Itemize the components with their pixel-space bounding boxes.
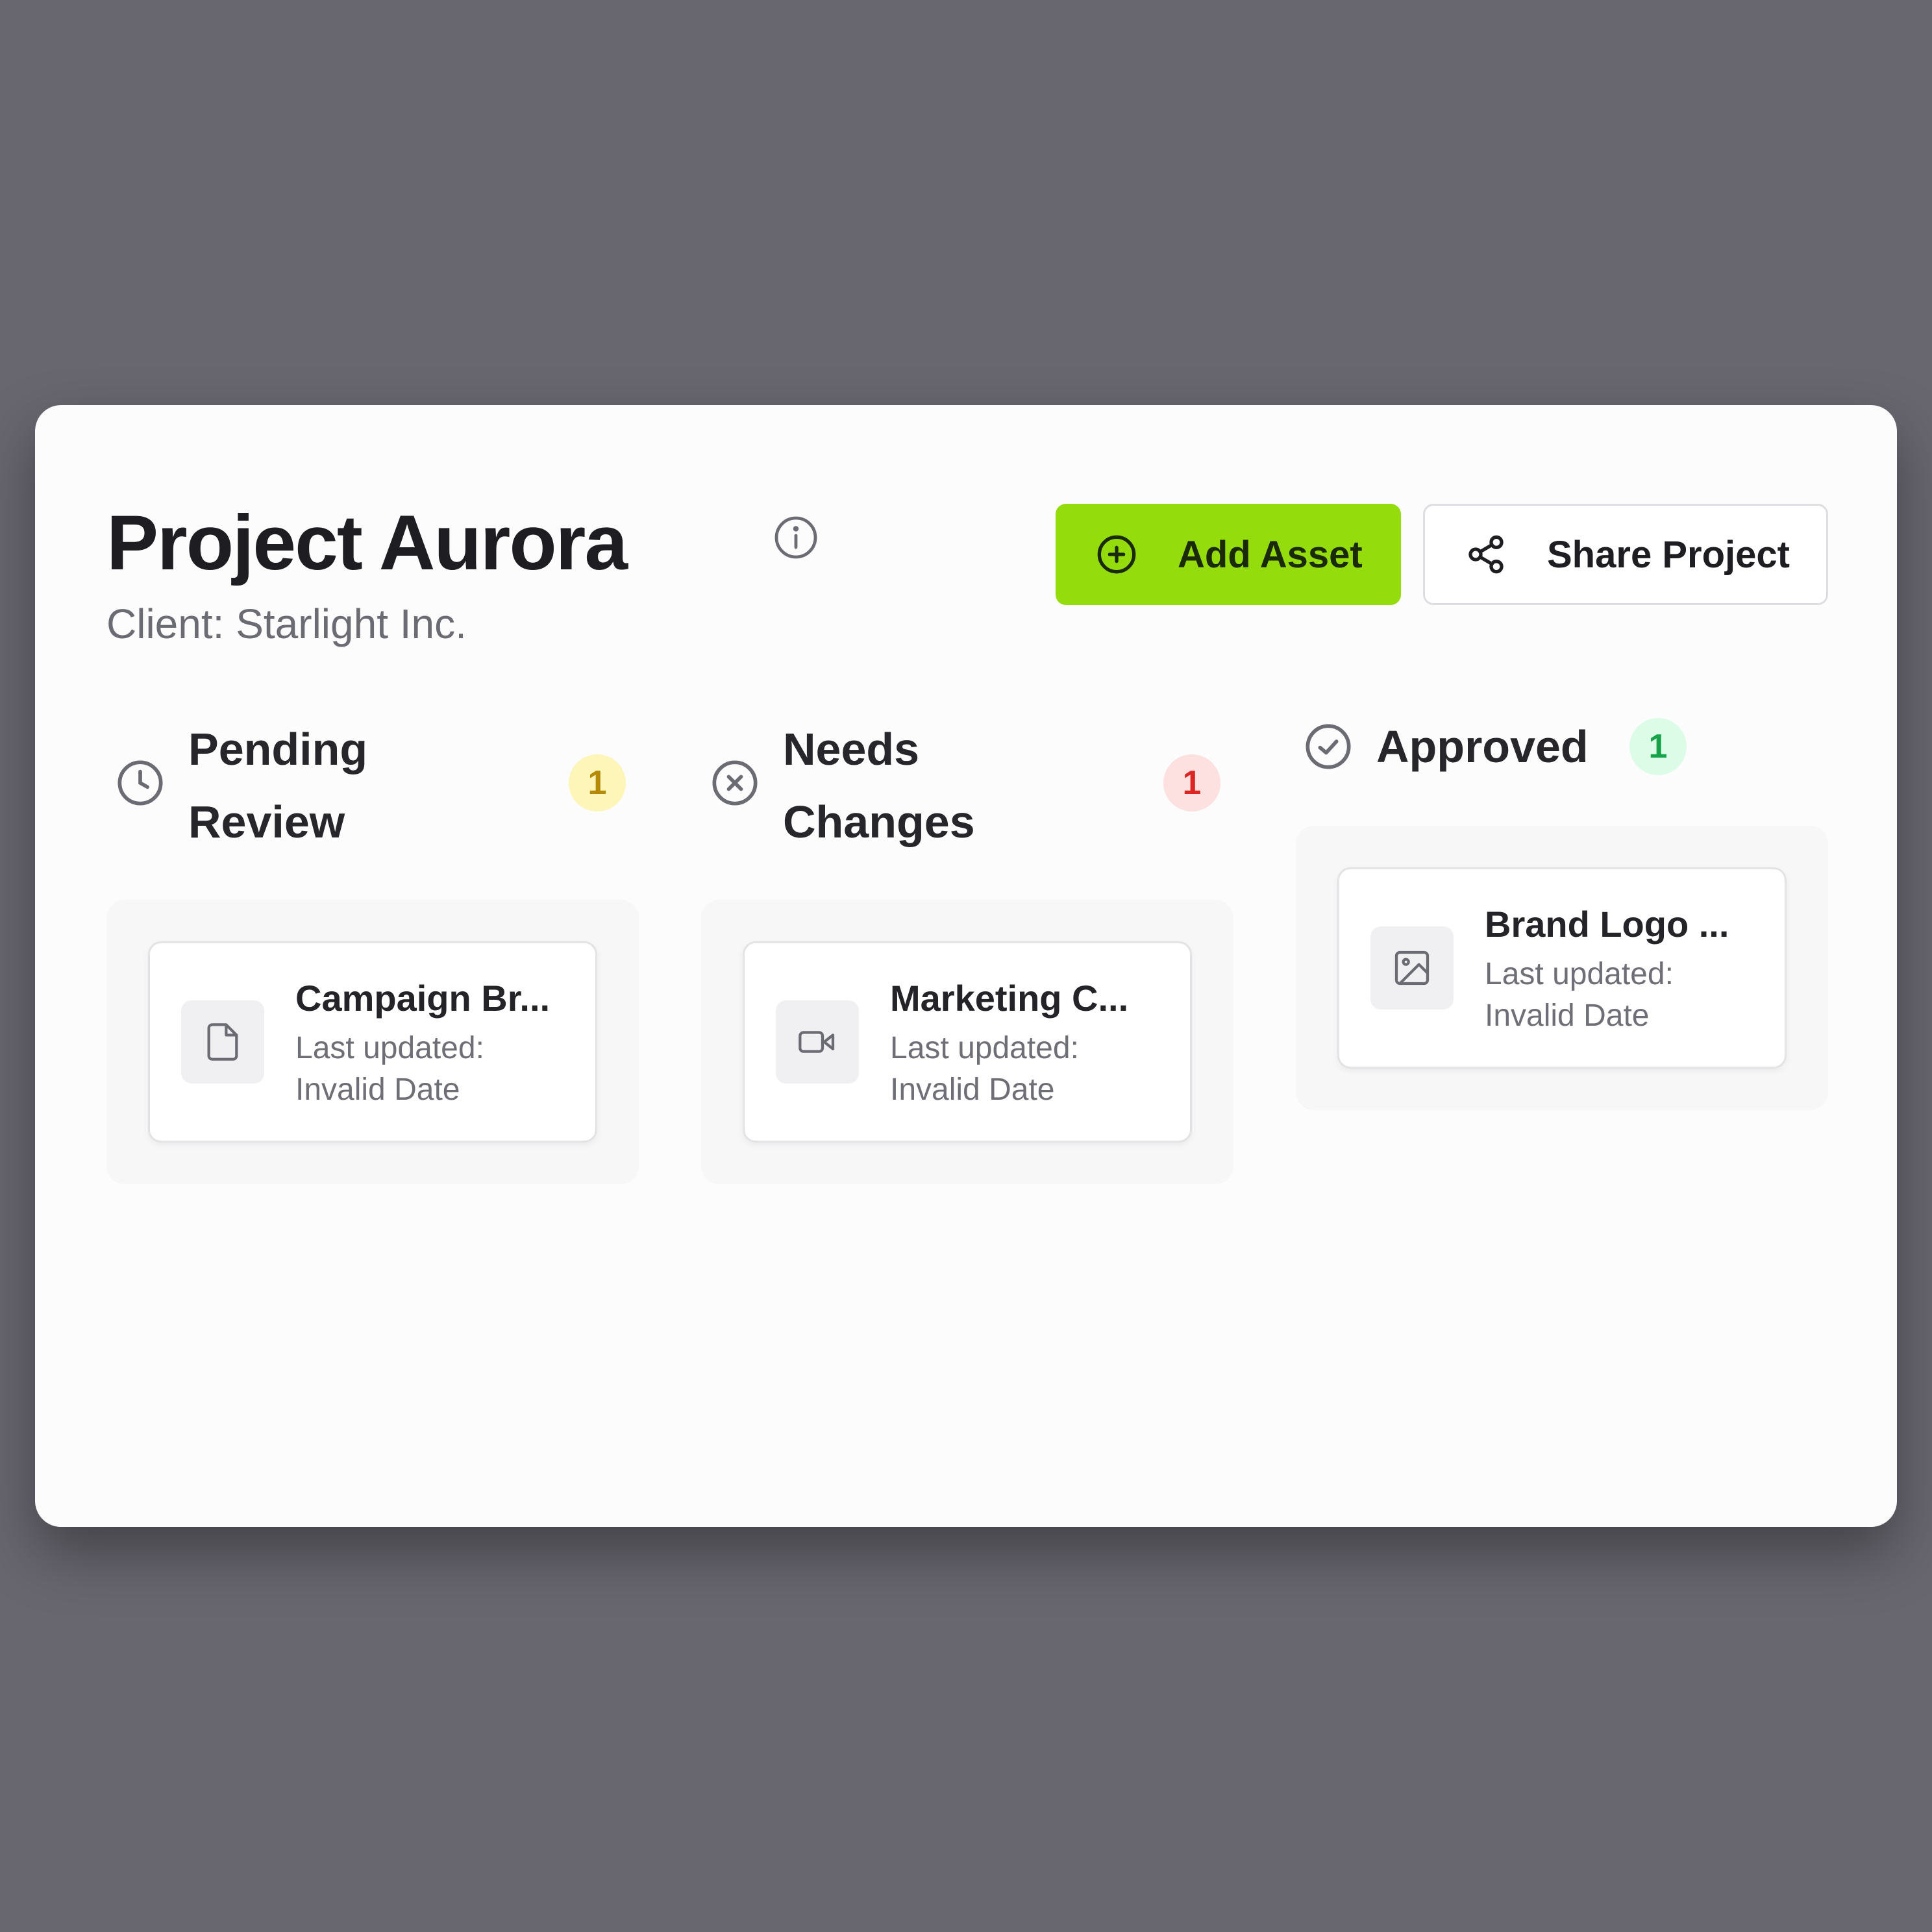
asset-card[interactable]: Brand Logo ... Last updated: Invalid Dat… <box>1337 867 1787 1069</box>
asset-name: Brand Logo ... <box>1485 904 1729 945</box>
asset-thumbnail <box>181 1000 264 1084</box>
asset-meta: Last updated: Invalid Date <box>295 1028 568 1111</box>
project-board-card: Project Aurora Client: Starlight Inc. Ad… <box>35 405 1897 1527</box>
clock-icon <box>118 760 163 806</box>
check-circle-icon <box>1306 724 1351 769</box>
count-badge: 1 <box>1163 754 1220 811</box>
asset-meta: Last updated: Invalid Date <box>1485 954 1757 1037</box>
video-icon <box>799 1031 835 1053</box>
page-title: Project Aurora <box>106 499 628 586</box>
count-badge: 1 <box>569 754 626 811</box>
plus-circle-icon <box>1097 535 1136 574</box>
info-icon[interactable] <box>773 514 819 561</box>
share-icon <box>1468 535 1504 574</box>
share-project-label: Share Project <box>1547 533 1790 576</box>
asset-name: Campaign Br... <box>295 978 551 1019</box>
asset-card[interactable]: Marketing C... Last updated: Invalid Dat… <box>743 941 1192 1143</box>
column-title-line1: Needs <box>783 724 920 774</box>
count-badge: 1 <box>1629 718 1687 775</box>
last-updated-label: Last updated: <box>295 1031 484 1065</box>
last-updated-label: Last updated: <box>890 1031 1079 1065</box>
client-name: Client: Starlight Inc. <box>106 601 467 647</box>
add-asset-label: Add Asset <box>1178 533 1363 576</box>
image-icon <box>1394 950 1430 985</box>
column-title: Approved <box>1376 721 1589 772</box>
column-title-line2: Changes <box>783 797 975 847</box>
lane-pending-review: Campaign Br... Last updated: Invalid Dat… <box>106 900 639 1184</box>
asset-name: Marketing C... <box>890 978 1129 1019</box>
share-project-button[interactable]: Share Project <box>1423 504 1828 605</box>
column-title-line2: Review <box>188 797 345 847</box>
lane-approved: Brand Logo ... Last updated: Invalid Dat… <box>1296 826 1828 1110</box>
add-asset-button[interactable]: Add Asset <box>1056 504 1401 605</box>
column-title-line1: Pending <box>188 724 368 774</box>
asset-thumbnail <box>776 1000 859 1084</box>
asset-card[interactable]: Campaign Br... Last updated: Invalid Dat… <box>148 941 597 1143</box>
last-updated-value: Invalid Date <box>295 1072 460 1107</box>
file-icon <box>207 1023 238 1061</box>
asset-meta: Last updated: Invalid Date <box>890 1028 1163 1111</box>
last-updated-label: Last updated: <box>1485 957 1674 991</box>
asset-thumbnail <box>1370 926 1454 1009</box>
x-circle-icon <box>712 760 758 806</box>
lane-needs-changes: Marketing C... Last updated: Invalid Dat… <box>701 900 1233 1184</box>
last-updated-value: Invalid Date <box>1485 998 1650 1033</box>
last-updated-value: Invalid Date <box>890 1072 1055 1107</box>
